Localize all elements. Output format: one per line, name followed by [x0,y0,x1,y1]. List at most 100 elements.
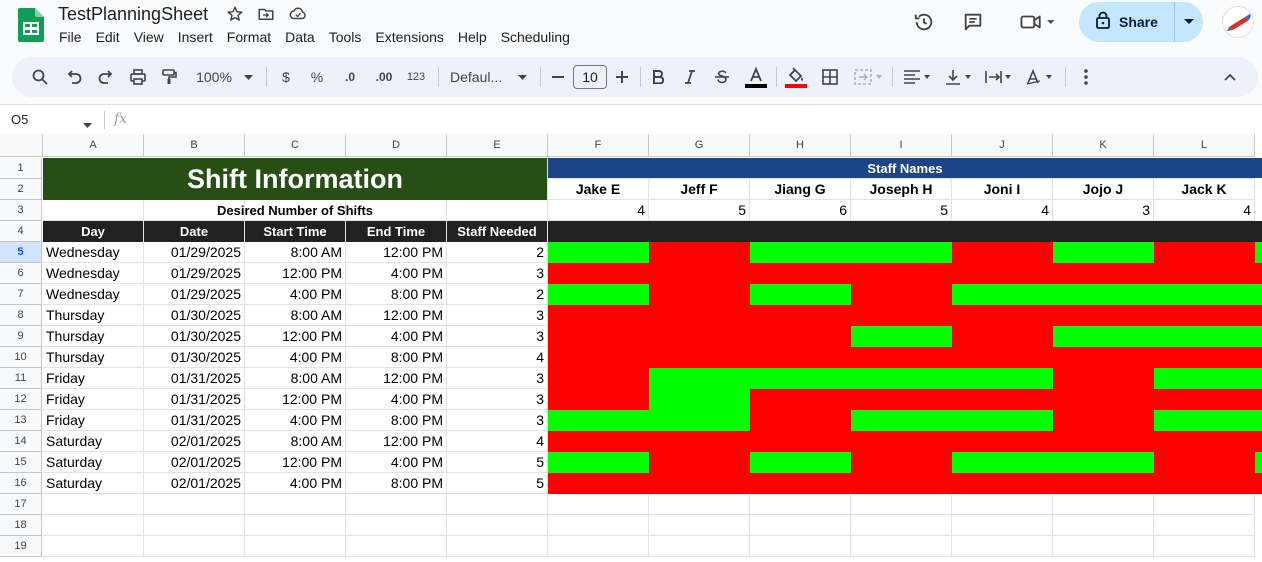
day-cell[interactable]: Saturday [43,452,144,473]
available-cell[interactable] [750,242,851,263]
unavailable-cell[interactable] [952,389,1053,410]
grid-cell[interactable] [43,494,144,515]
row-header-8[interactable]: 8 [0,305,42,326]
column-title-staff-needed[interactable]: Staff Needed [447,221,547,242]
sheets-logo-icon[interactable] [18,8,44,42]
shift-information-title[interactable]: Shift Information [43,158,547,200]
column-header-i[interactable]: I [851,134,952,157]
share-dropdown-icon[interactable] [1175,19,1203,25]
unavailable-cell[interactable] [1154,389,1255,410]
staff-name-cell[interactable]: Joni I [952,179,1053,200]
available-cell[interactable] [548,242,649,263]
unavailable-cell[interactable] [1053,368,1154,389]
grid-cell[interactable] [1053,515,1154,536]
grid-cell[interactable] [43,515,144,536]
staff-needed-cell[interactable]: 2 [447,242,548,263]
staff-needed-cell[interactable]: 3 [447,389,548,410]
date-cell[interactable]: 01/31/2025 [144,410,245,431]
unavailable-cell[interactable] [649,242,750,263]
grid-cell[interactable] [245,515,346,536]
available-cell[interactable] [649,368,750,389]
bold-icon[interactable] [649,65,667,89]
end-time-cell[interactable]: 8:00 PM [346,284,447,305]
collapse-toolbar-icon[interactable] [1220,65,1240,89]
unavailable-cell[interactable] [548,368,649,389]
staff-name-cell[interactable]: Jojo J [1053,179,1154,200]
unavailable-cell[interactable] [851,431,952,452]
available-cell[interactable] [1154,368,1255,389]
date-cell[interactable]: 01/31/2025 [144,389,245,410]
day-cell[interactable]: Wednesday [43,263,144,284]
avatar[interactable] [1222,6,1254,38]
row-header-5[interactable]: 5 [0,242,42,263]
unavailable-cell[interactable] [851,389,952,410]
menu-scheduling[interactable]: Scheduling [501,29,570,45]
zoom-select[interactable]: 100% [192,65,236,89]
staff-name-cell[interactable]: Jiang G [750,179,851,200]
grid-cell[interactable] [447,515,548,536]
grid-cell[interactable] [548,494,649,515]
available-cell[interactable] [548,284,649,305]
menu-insert[interactable]: Insert [178,29,213,45]
menu-tools[interactable]: Tools [329,29,362,45]
column-title-start-time[interactable]: Start Time [245,221,345,242]
end-time-cell[interactable]: 4:00 PM [346,263,447,284]
column-title-end-time[interactable]: End Time [346,221,446,242]
star-icon[interactable] [225,4,245,24]
column-title-day[interactable]: Day [43,221,143,242]
end-time-cell[interactable]: 8:00 PM [346,473,447,494]
end-time-cell[interactable]: 4:00 PM [346,326,447,347]
column-header-l[interactable]: L [1154,134,1255,157]
undo-icon[interactable] [64,65,84,89]
unavailable-cell[interactable] [952,347,1053,368]
grid-cell[interactable] [346,515,447,536]
unavailable-cell[interactable] [750,389,851,410]
available-cell[interactable] [952,368,1053,389]
print-icon[interactable] [128,65,148,89]
grid-cell[interactable] [1154,494,1255,515]
menu-help[interactable]: Help [458,29,487,45]
available-cell[interactable] [952,410,1053,431]
row-header-3[interactable]: 3 [0,200,42,221]
available-cell[interactable] [548,410,649,431]
unavailable-cell[interactable] [649,347,750,368]
unavailable-cell[interactable] [1255,473,1262,494]
staff-needed-cell[interactable]: 5 [447,452,548,473]
grid-cell[interactable] [952,515,1053,536]
unavailable-cell[interactable] [851,347,952,368]
available-cell[interactable] [1255,410,1262,431]
row-header-12[interactable]: 12 [0,389,42,410]
end-time-cell[interactable]: 8:00 PM [346,410,447,431]
increase-decimal-button[interactable]: .00 [370,65,398,89]
row-header-1[interactable]: 1 [0,158,42,179]
available-cell[interactable] [750,368,851,389]
italic-icon[interactable] [681,65,699,89]
start-time-cell[interactable]: 8:00 AM [245,431,346,452]
unavailable-cell[interactable] [1255,305,1262,326]
grid-cell[interactable] [851,536,952,557]
unavailable-cell[interactable] [649,305,750,326]
desired-shifts-cell[interactable]: 5 [851,200,952,221]
select-all-corner[interactable] [0,134,43,157]
grid-cell[interactable] [952,536,1053,557]
day-cell[interactable]: Thursday [43,347,144,368]
available-cell[interactable] [548,452,649,473]
grid-cell[interactable] [245,536,346,557]
row-header-10[interactable]: 10 [0,347,42,368]
grid-cell[interactable] [245,494,346,515]
comments-icon[interactable] [959,8,987,36]
unavailable-cell[interactable] [1154,347,1255,368]
staff-names-title[interactable]: Staff Names [548,158,1262,178]
row-header-9[interactable]: 9 [0,326,42,347]
name-box[interactable]: O5 [11,112,28,127]
unavailable-cell[interactable] [952,431,1053,452]
row-header-4[interactable]: 4 [0,221,42,242]
available-cell[interactable] [1255,326,1262,347]
staff-needed-cell[interactable]: 3 [447,326,548,347]
unavailable-cell[interactable] [649,263,750,284]
unavailable-cell[interactable] [548,305,649,326]
unavailable-cell[interactable] [1053,473,1154,494]
column-header-j[interactable]: J [952,134,1053,157]
available-cell[interactable] [1255,242,1262,263]
desired-shifts-cell[interactable]: 6 [750,200,851,221]
